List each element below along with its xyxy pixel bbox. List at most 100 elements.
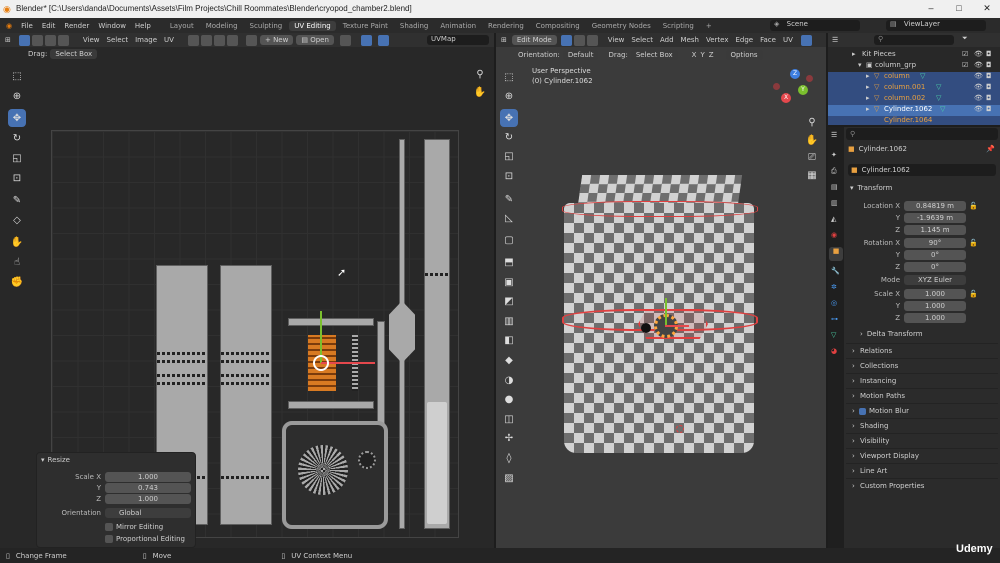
location-y-field[interactable]: -1.9639 m	[904, 213, 966, 223]
location-z-field[interactable]: 1.145 m	[904, 225, 966, 235]
pin-icon[interactable]: 📌	[986, 145, 995, 153]
editor-type-icon[interactable]: ☰	[832, 36, 838, 44]
menu-select[interactable]: Select	[631, 36, 653, 44]
gizmo-x-axis[interactable]	[665, 325, 689, 327]
modifier-tab-icon[interactable]: 🔧	[831, 267, 840, 275]
drag-select-box-dropdown[interactable]: Select Box	[630, 50, 678, 60]
scale-x-field[interactable]: 1.000	[904, 289, 966, 299]
section-relations[interactable]: › Relations	[846, 343, 998, 358]
rip-tool-icon[interactable]: ◇	[8, 211, 26, 229]
menu-add[interactable]: Add	[660, 36, 674, 44]
add-workspace-button[interactable]: +	[701, 21, 717, 31]
select-tool-icon[interactable]: ⬚	[500, 68, 518, 86]
blender-menu-icon[interactable]: ◉	[6, 22, 12, 30]
eye-icon[interactable]: 👁	[974, 72, 983, 80]
3d-viewport[interactable]: ⊞ Edit Mode View Select Add Mesh Vertex …	[496, 33, 826, 548]
eye-icon[interactable]: 👁	[974, 94, 983, 102]
mode-dropdown[interactable]: Edit Mode	[511, 35, 557, 45]
grid-perspective-icon[interactable]: ▦	[804, 170, 820, 186]
pin-icon[interactable]	[339, 34, 351, 46]
transform-tool-icon[interactable]: ⊡	[8, 169, 26, 187]
expand-icon[interactable]: ▸	[866, 72, 870, 80]
menu-edge[interactable]: Edge	[735, 36, 753, 44]
section-collections[interactable]: › Collections	[846, 358, 998, 373]
uv-island-gear[interactable]	[358, 451, 376, 469]
cursor-tool-icon[interactable]: ⊕	[500, 87, 518, 105]
scale-tool-icon[interactable]: ◱	[500, 147, 518, 165]
tab-rendering[interactable]: Rendering	[483, 21, 529, 31]
mesh-edge-loop[interactable]	[562, 201, 758, 217]
transform-panel-header[interactable]: ▾ Transform	[850, 184, 892, 192]
close-button[interactable]: ✕	[981, 3, 993, 15]
scale-y-field[interactable]: 1.000	[904, 301, 966, 311]
vertex-select-icon[interactable]	[31, 34, 43, 46]
uv-island[interactable]	[288, 401, 374, 409]
resize-operator-panel[interactable]: ▾ Resize Scale X 1.000 Y 0.743 Z 1.000 O…	[36, 452, 196, 548]
menu-mesh[interactable]: Mesh	[681, 36, 699, 44]
tab-compositing[interactable]: Compositing	[531, 21, 585, 31]
menu-edit[interactable]: Edit	[42, 22, 56, 30]
measure-tool-icon[interactable]: ◺	[500, 209, 518, 227]
zoom-icon[interactable]: ⚲	[804, 117, 820, 133]
lock-icon[interactable]: 🔓	[969, 239, 978, 247]
menu-uv[interactable]: UV	[783, 36, 793, 44]
overlay-icon[interactable]	[800, 34, 812, 46]
section-motion-blur[interactable]: › Motion Blur	[846, 403, 998, 418]
menu-select[interactable]: Select	[107, 36, 129, 44]
3d-cursor-icon[interactable]	[676, 425, 684, 433]
menu-face[interactable]: Face	[760, 36, 776, 44]
edge-select-icon[interactable]	[573, 34, 585, 46]
lock-icon[interactable]: 🔓	[969, 290, 978, 298]
inset-tool-icon[interactable]: ▣	[500, 273, 518, 291]
vertex-select-icon[interactable]	[560, 34, 572, 46]
edge-select-icon[interactable]	[44, 34, 56, 46]
zoom-icon[interactable]: ⚲	[472, 69, 488, 85]
object-tab-icon[interactable]: ■	[829, 247, 843, 261]
menu-render[interactable]: Render	[64, 22, 89, 30]
knife-tool-icon[interactable]: ◧	[500, 331, 518, 349]
camera-icon[interactable]: ◘	[986, 72, 992, 80]
object-name-field[interactable]: ■ Cylinder.1062	[848, 164, 996, 176]
outliner-item[interactable]: ▸ Kit Pieces ☑ 👁 ◘	[828, 50, 1000, 61]
properties-search-input[interactable]: ⚲	[846, 128, 998, 140]
select-tool-icon[interactable]: ⬚	[8, 67, 26, 85]
relax-tool-icon[interactable]: ☝	[8, 253, 26, 271]
filter-icon[interactable]: ⏷	[962, 34, 968, 43]
collapse-icon[interactable]: ▾	[41, 456, 45, 464]
gizmo-z-icon[interactable]: Z	[790, 69, 800, 79]
maximize-button[interactable]: □	[953, 3, 965, 15]
tab-animation[interactable]: Animation	[435, 21, 481, 31]
properties-editor[interactable]: ☰ ✦ ⎙ ▤ ▥ ◭ ◉ ■ 🔧 ✲ ◎ ⊶ ▽ ◕ ⚲ ■ Cylinder…	[828, 127, 1000, 548]
material-tab-icon[interactable]: ◕	[831, 347, 837, 355]
menu-window[interactable]: Window	[98, 22, 126, 30]
transform-tool-icon[interactable]: ⊡	[500, 167, 518, 185]
scene-selector[interactable]: ◈ Scene	[770, 20, 860, 31]
menu-file[interactable]: File	[21, 22, 33, 30]
camera-icon[interactable]: ⎚	[804, 152, 820, 168]
spin-tool-icon[interactable]: ◑	[500, 371, 518, 389]
editor-type-icon[interactable]: ⊞	[501, 36, 507, 44]
menu-vertex[interactable]: Vertex	[706, 36, 729, 44]
section-custom-properties[interactable]: › Custom Properties	[846, 478, 998, 493]
outliner-item[interactable]: ▾ ▣ column_grp ☑ 👁 ◘	[828, 61, 1000, 72]
scale-tool-icon[interactable]: ◱	[8, 149, 26, 167]
tab-shading[interactable]: Shading	[395, 21, 433, 31]
camera-icon[interactable]: ◘	[986, 50, 992, 58]
tab-texture-paint[interactable]: Texture Paint	[338, 21, 393, 31]
outliner-item[interactable]: ▸ ▽ column.001 ▽ 👁 ◘	[828, 83, 1000, 94]
location-x-field[interactable]: 0.84819 m	[904, 201, 966, 211]
menu-image[interactable]: Image	[135, 36, 157, 44]
outliner-item-active[interactable]: ▸ ▽ Cylinder.1062 ▽ 👁 ◘	[828, 105, 1000, 116]
section-viewport-display[interactable]: › Viewport Display	[846, 448, 998, 463]
sticky-select-icon[interactable]	[226, 34, 238, 46]
section-instancing[interactable]: › Instancing	[846, 373, 998, 388]
orientation-dropdown[interactable]: Default	[562, 50, 599, 60]
scale-x-field[interactable]: 1.000	[105, 472, 191, 482]
tab-sculpting[interactable]: Sculpting	[245, 21, 288, 31]
rotation-x-field[interactable]: 90°	[904, 238, 966, 248]
outliner-search-input[interactable]: ⚲	[874, 35, 954, 45]
gizmo-icon[interactable]	[377, 34, 389, 46]
lock-icon[interactable]: 🔓	[969, 202, 978, 210]
extrude-tool-icon[interactable]: ⬒	[500, 253, 518, 271]
gizmo-neg-x-icon[interactable]	[806, 75, 813, 82]
